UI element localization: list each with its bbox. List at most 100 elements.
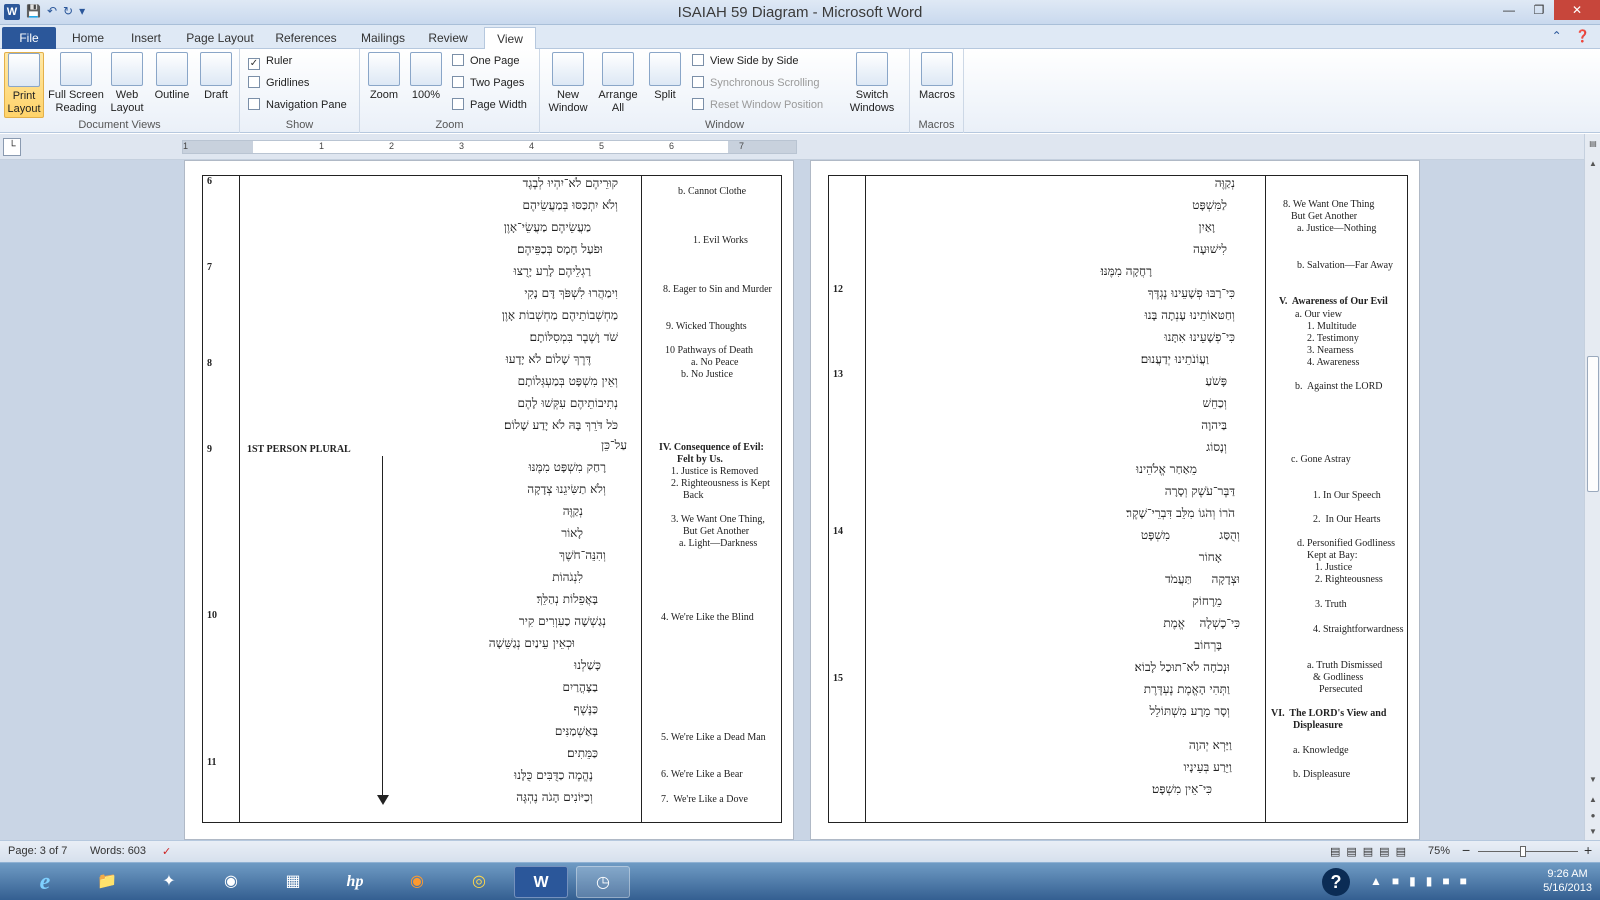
hebrew-line: וְלֹא תַשִּׂיגֵנוּ צְדָקָה	[527, 482, 606, 496]
hebrew-line: מַעֲשֵׂיהֶם מַעֲשֵׂי־אָוֶן	[503, 220, 591, 234]
ruler-number: 3	[459, 141, 465, 151]
ruler-toggle-icon[interactable]: ▤	[1587, 138, 1599, 150]
internet-explorer-icon[interactable]: e	[18, 866, 72, 898]
table-left[interactable]: 1ST PERSON PLURAL 6 7 8 9 10 11 קוּרֵיהֶם לֹא־…	[202, 175, 782, 823]
print-layout-button[interactable]: Print Layout	[4, 52, 44, 118]
tab-review[interactable]: Review	[420, 27, 476, 49]
one-page-button[interactable]: One Page	[452, 51, 520, 71]
outline-note: 4. Awareness	[1307, 357, 1360, 368]
tab-page-layout[interactable]: Page Layout	[180, 27, 260, 49]
firefox-icon[interactable]: ◉	[390, 866, 444, 898]
checkbox-icon	[248, 98, 260, 110]
tab-home[interactable]: Home	[62, 27, 114, 49]
verse-number: 10	[207, 610, 217, 621]
zoom-button[interactable]: Zoom	[364, 52, 404, 102]
help-tray-icon[interactable]: ?	[1322, 868, 1350, 896]
outline-note: 1. Justice	[1315, 562, 1353, 573]
page-width-button[interactable]: Page Width	[452, 95, 527, 115]
page-width-icon	[452, 98, 464, 110]
hp-icon[interactable]: hp	[328, 866, 382, 898]
media-player-icon[interactable]: ◉	[204, 866, 258, 898]
full-screen-reading-button[interactable]: Full Screen Reading	[46, 52, 106, 115]
help-icon[interactable]: ❓	[1575, 29, 1590, 43]
verse-number: 7	[207, 262, 212, 273]
tab-file[interactable]: File	[2, 27, 56, 49]
split-button[interactable]: Split	[644, 52, 686, 102]
clock-date: 5/16/2013	[1543, 882, 1592, 894]
macros-button[interactable]: Macros	[916, 52, 958, 102]
zoom-level[interactable]: 75%	[1428, 845, 1450, 857]
word-count[interactable]: Words: 603	[90, 845, 146, 857]
scroll-down-icon[interactable]: ▼	[1587, 774, 1599, 786]
switch-windows-button[interactable]: Switch Windows	[840, 52, 904, 115]
tab-mailings[interactable]: Mailings	[352, 27, 414, 49]
remote-app-icon[interactable]: ▦	[266, 866, 320, 898]
ruler-checkbox[interactable]: ✓ Ruler	[248, 51, 292, 71]
tab-references[interactable]: References	[266, 27, 346, 49]
hebrew-line: נְתִיבוֹתֵיהֶם עִקְּשׁוּ לָהֶם	[517, 396, 619, 410]
hebrew-line: קוּרֵיהֶם לֹא־יִהְיוּ לְבֶגֶד	[522, 176, 618, 190]
tab-view[interactable]: View	[484, 27, 536, 49]
browse-object-icon[interactable]: ●	[1587, 810, 1599, 822]
page-left[interactable]: 1ST PERSON PLURAL 6 7 8 9 10 11 קוּרֵיהֶם לֹא־…	[184, 160, 794, 840]
table-right[interactable]: 12 13 14 15 נְקַוֶּה לַמִּשְׁפָּט וָאַיִן לִישׁ…	[828, 175, 1408, 823]
tab-selector[interactable]: └	[3, 138, 21, 156]
previous-page-icon[interactable]: ▲	[1587, 794, 1599, 806]
page-count[interactable]: Page: 3 of 7	[8, 845, 67, 857]
new-window-button[interactable]: New Window	[544, 52, 592, 115]
hebrew-line: לָאוֹר	[561, 526, 583, 540]
group-label: Window	[704, 119, 745, 131]
globe-app-icon[interactable]: ◷	[576, 866, 630, 898]
word-taskbar-icon[interactable]: W	[514, 866, 568, 898]
synchronous-scrolling-button[interactable]: Synchronous Scrolling	[692, 73, 819, 93]
zoom-out-icon[interactable]: −	[1462, 842, 1470, 858]
zoom-100-button[interactable]: 100%	[406, 52, 446, 102]
file-explorer-icon[interactable]: 📁	[80, 866, 134, 898]
status-bar: Page: 3 of 7 Words: 603 ✓ ▤▤▤▤▤ 75% − +	[0, 840, 1600, 862]
verse-number: 15	[833, 673, 843, 684]
outline-note: 3. We Want One Thing,	[671, 514, 765, 525]
ruler-number: 5	[599, 141, 605, 151]
proofing-icon[interactable]: ✓	[162, 845, 171, 858]
minimize-icon[interactable]: —	[1494, 0, 1524, 20]
hebrew-line: פָּשֹׁעַ	[1205, 374, 1227, 388]
puzzle-app-icon[interactable]: ✦	[142, 866, 196, 898]
clock[interactable]: 9:26 AM 5/16/2013	[1543, 867, 1592, 895]
outline-note: 4. We're Like the Blind	[661, 612, 754, 623]
gridlines-checkbox[interactable]: Gridlines	[248, 73, 309, 93]
draft-button[interactable]: Draft	[196, 52, 236, 102]
scrollbar-thumb[interactable]	[1587, 356, 1599, 492]
scroll-up-icon[interactable]: ▲	[1587, 158, 1599, 170]
tab-insert[interactable]: Insert	[118, 27, 174, 49]
print-layout-icon	[8, 53, 40, 87]
outline-note: a. No Peace	[691, 357, 739, 368]
reset-window-position-button[interactable]: Reset Window Position	[692, 95, 823, 115]
chrome-icon[interactable]: ◎	[452, 866, 506, 898]
system-tray-icons[interactable]: ▲■▮▮■■	[1370, 874, 1477, 888]
hebrew-line: לַמִּשְׁפָּט	[1192, 198, 1227, 212]
vertical-scrollbar[interactable]: ▤ ▲ ▼ ▲ ● ▼	[1584, 134, 1600, 840]
zoom-slider-thumb[interactable]	[1520, 846, 1526, 857]
minimize-ribbon-icon[interactable]: ⌃	[1552, 29, 1562, 43]
hebrew-line: בָּאֲפֵלוֹת נְהַלֵּךְ׃	[536, 592, 598, 606]
view-shortcuts-icons[interactable]: ▤▤▤▤▤	[1330, 845, 1412, 858]
hebrew-line: שֹׁד וָשֶׁבֶר בִּמְסִלּוֹתָם׃	[529, 330, 618, 344]
view-side-by-side-button[interactable]: View Side by Side	[692, 51, 798, 71]
hebrew-line: וָאַיִן	[1198, 220, 1215, 234]
zoom-in-icon[interactable]: +	[1584, 842, 1592, 858]
close-icon[interactable]: ✕	[1554, 0, 1600, 20]
restore-icon[interactable]: ❐	[1524, 0, 1554, 20]
full-screen-reading-icon	[60, 52, 92, 86]
zoom-slider[interactable]	[1478, 851, 1578, 852]
outline-note: 2. In Our Hearts	[1313, 514, 1381, 525]
hebrew-line: וּנְכֹחָה לֹא־תוּכַל לָבוֹא׃	[1134, 660, 1230, 674]
navigation-pane-checkbox[interactable]: Navigation Pane	[248, 95, 347, 115]
two-pages-button[interactable]: Two Pages	[452, 73, 524, 93]
horizontal-ruler[interactable]: 1 1 2 3 4 5 6 7	[182, 140, 797, 154]
web-layout-button[interactable]: Web Layout	[106, 52, 148, 115]
document-area[interactable]: 1ST PERSON PLURAL 6 7 8 9 10 11 קוּרֵיהֶם לֹא־…	[0, 160, 1584, 840]
arrange-all-button[interactable]: Arrange All	[594, 52, 642, 115]
outline-button[interactable]: Outline	[150, 52, 194, 102]
next-page-icon[interactable]: ▼	[1587, 826, 1599, 838]
page-right[interactable]: 12 13 14 15 נְקַוֶּה לַמִּשְׁפָּט וָאַיִן לִישׁ…	[810, 160, 1420, 840]
